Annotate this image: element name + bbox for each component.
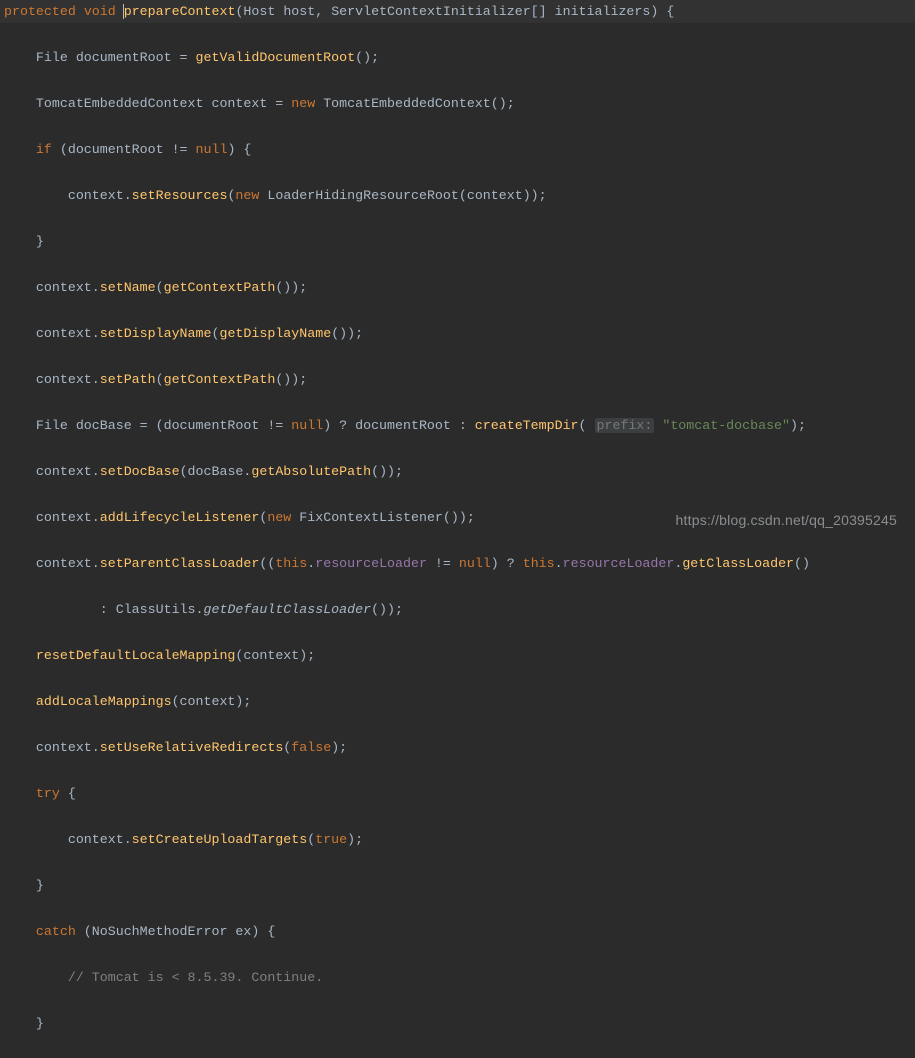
- code-line: resetDefaultLocaleMapping(context);: [0, 644, 915, 667]
- param-hint: prefix:: [595, 418, 655, 433]
- code-line: context.setResources(new LoaderHidingRes…: [0, 184, 915, 207]
- code-line: protected void prepareContext(Host host,…: [0, 0, 915, 23]
- code-line: try {: [0, 782, 915, 805]
- code-line: context.setCreateUploadTargets(true);: [0, 828, 915, 851]
- keyword: void: [84, 4, 116, 19]
- code-line: : ClassUtils.getDefaultClassLoader());: [0, 598, 915, 621]
- code-line: TomcatEmbeddedContext context = new Tomc…: [0, 92, 915, 115]
- code-line: }: [0, 230, 915, 253]
- code-line: context.setDocBase(docBase.getAbsolutePa…: [0, 460, 915, 483]
- code-line: catch (NoSuchMethodError ex) {: [0, 920, 915, 943]
- code-line: context.setPath(getContextPath());: [0, 368, 915, 391]
- code-line: File docBase = (documentRoot != null) ? …: [0, 414, 915, 437]
- code-line: context.setDisplayName(getDisplayName())…: [0, 322, 915, 345]
- keyword: protected: [4, 4, 76, 19]
- code-line: addLocaleMappings(context);: [0, 690, 915, 713]
- code-line: context.setName(getContextPath());: [0, 276, 915, 299]
- watermark-text: https://blog.csdn.net/qq_20395245: [676, 509, 897, 532]
- code-line: if (documentRoot != null) {: [0, 138, 915, 161]
- string-literal: "tomcat-docbase": [662, 418, 790, 433]
- code-line: }: [0, 874, 915, 897]
- params: (Host host, ServletContextInitializer[] …: [235, 4, 674, 19]
- code-line: File documentRoot = getValidDocumentRoot…: [0, 46, 915, 69]
- method-name: prepareContext: [124, 4, 236, 19]
- code-line: context.setParentClassLoader((this.resou…: [0, 552, 915, 575]
- code-line: context.setUseRelativeRedirects(false);: [0, 736, 915, 759]
- code-line: }: [0, 1012, 915, 1035]
- code-line: // Tomcat is < 8.5.39. Continue.: [0, 966, 915, 989]
